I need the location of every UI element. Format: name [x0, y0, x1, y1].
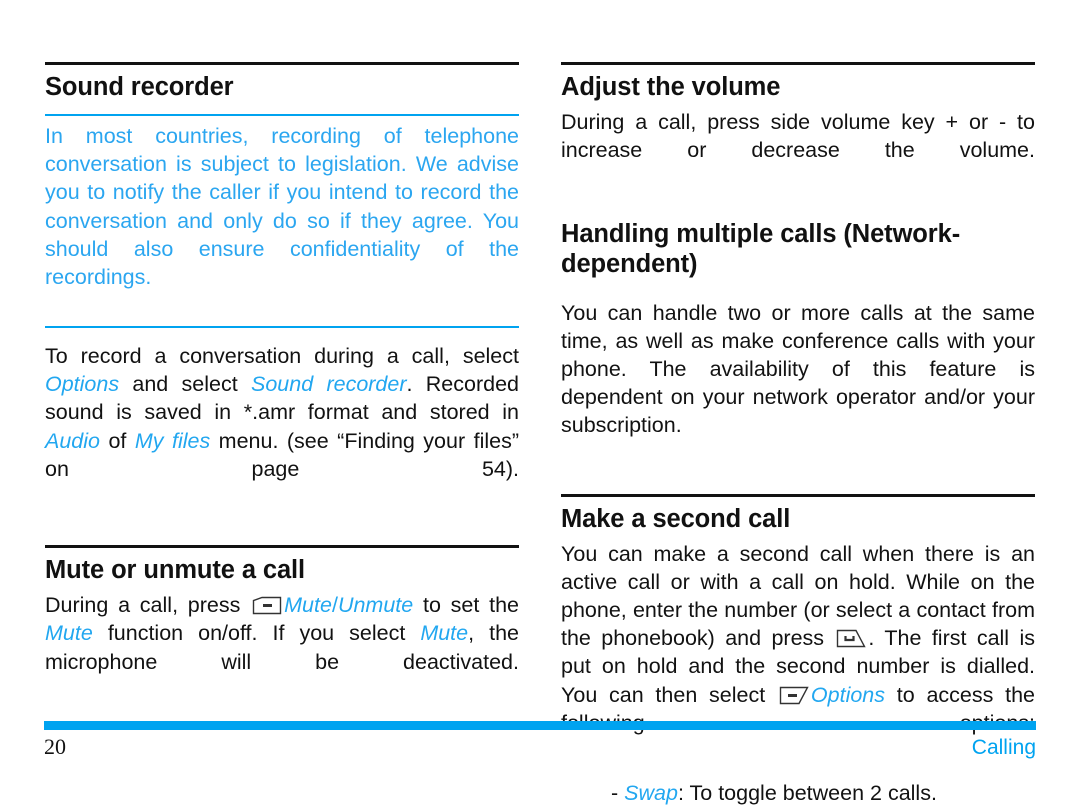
- link-swap[interactable]: Swap: [624, 781, 678, 805]
- text-run: During a call, press: [45, 593, 251, 618]
- right-column: Adjust the volume During a call, press s…: [561, 62, 1035, 807]
- page-number: 20: [44, 734, 66, 759]
- two-column-layout: Sound recorder In most countries, record…: [45, 62, 1035, 807]
- section-make-second-call: Make a second call You can make a second…: [561, 493, 1035, 807]
- heading-sound-recorder: Sound recorder: [45, 73, 234, 101]
- bullet-dash: -: [611, 780, 619, 805]
- link-unmute[interactable]: Unmute: [338, 593, 413, 617]
- heading-rule: [45, 545, 519, 549]
- list-item-swap: - Swap: To toggle between 2 calls.: [611, 779, 1035, 807]
- section-mute-unmute: Mute or unmute a call During a call, pre…: [45, 545, 519, 704]
- footer-chapter-name: Calling: [971, 736, 1036, 759]
- bullet-text: To toggle between 2 calls.: [683, 780, 937, 805]
- paragraph-handling-multiple-calls: You can handle two or more calls at the …: [561, 300, 1035, 438]
- heading-rule: [561, 493, 1035, 497]
- link-options[interactable]: Options: [45, 372, 119, 396]
- heading-rule: [45, 62, 519, 65]
- paragraph-sound-recorder: To record a conversation during a call, …: [45, 342, 519, 511]
- footer-rule: [44, 721, 1036, 730]
- text-run: function on/off. If you select: [92, 621, 421, 646]
- link-mute-2[interactable]: Mute: [45, 621, 93, 645]
- left-column: Sound recorder In most countries, record…: [45, 62, 519, 807]
- text-run: To record a conversation during a call, …: [45, 344, 519, 369]
- right-softkey-icon: [779, 686, 809, 705]
- heading-mute-or-unmute-a-call: Mute or unmute a call: [45, 556, 306, 585]
- text-run: to set the: [413, 593, 520, 618]
- paragraph-mute: During a call, press Mute/Unmute to set …: [45, 591, 519, 704]
- paragraph-make-second-call: You can make a second call when there is…: [561, 540, 1035, 765]
- link-my-files[interactable]: My files: [135, 429, 210, 453]
- section-handling-multiple-calls: Handling multiple calls (Network-depende…: [561, 219, 1035, 468]
- text-run: and select: [119, 372, 251, 397]
- link-options[interactable]: Options: [811, 683, 885, 707]
- left-softkey-icon: [252, 596, 282, 615]
- text-run: of: [100, 428, 135, 453]
- heading-make-a-second-call: Make a second call: [561, 504, 791, 533]
- page-footer: 20 Calling: [44, 734, 1036, 760]
- call-key-icon: [836, 629, 867, 648]
- section-sound-recorder: Sound recorder In most countries, record…: [45, 62, 519, 511]
- heading-handling-multiple-calls: Handling multiple calls (Network-depende…: [561, 219, 961, 278]
- link-mute-3[interactable]: Mute: [420, 621, 468, 645]
- section-adjust-volume: Adjust the volume During a call, press s…: [561, 62, 1035, 193]
- manual-page: Sound recorder In most countries, record…: [0, 0, 1080, 810]
- heading-rule: [561, 62, 1035, 65]
- heading-adjust-the-volume: Adjust the volume: [561, 73, 781, 101]
- link-audio[interactable]: Audio: [45, 429, 100, 453]
- note-text: In most countries, recording of telephon…: [45, 124, 519, 289]
- link-sound-recorder[interactable]: Sound recorder: [251, 372, 407, 396]
- paragraph-adjust-volume: During a call, press side volume key + o…: [561, 110, 1035, 163]
- link-mute[interactable]: Mute: [284, 593, 332, 617]
- note-rule-top: [45, 114, 519, 117]
- note-block-legal: In most countries, recording of telephon…: [45, 114, 519, 329]
